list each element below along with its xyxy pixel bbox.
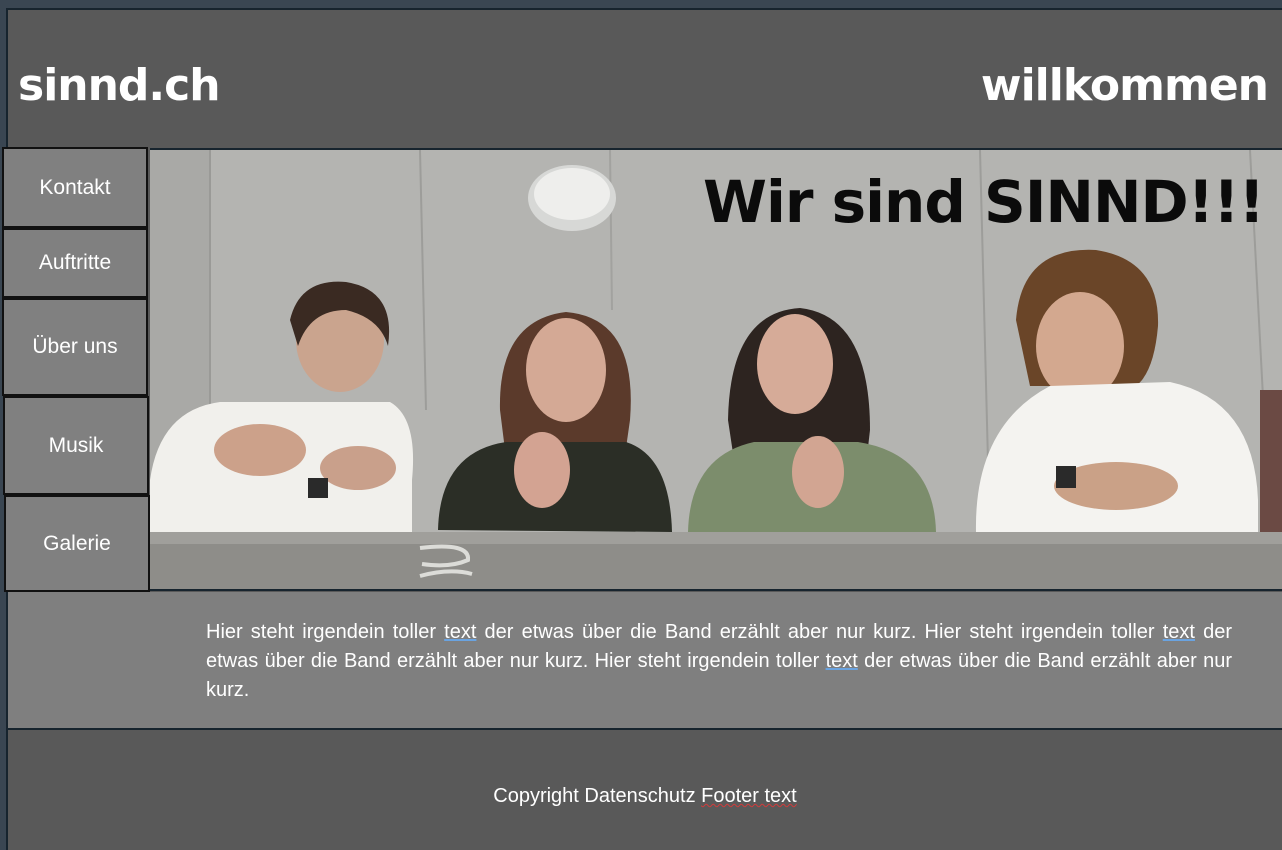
site-logo[interactable]: sinnd.ch	[18, 60, 221, 111]
sidebar-item-ueber-uns[interactable]: Über uns	[2, 298, 148, 396]
intro-section: Hier steht irgendein toller text der etw…	[8, 592, 1282, 730]
site-header: sinnd.ch willkommen	[8, 10, 1282, 147]
sidebar-item-kontakt[interactable]: Kontakt	[2, 147, 148, 228]
intro-text: Hier steht irgendein toller text der etw…	[206, 621, 1233, 701]
sidebar-item-galerie[interactable]: Galerie	[4, 495, 150, 592]
sidebar-item-musik[interactable]: Musik	[3, 396, 149, 495]
footer-text: Copyright Datenschutz Footer text	[8, 785, 1282, 808]
sidebar-item-label: Kontakt	[39, 175, 111, 199]
text-link[interactable]: text	[444, 621, 476, 643]
sidebar-item-auftritte[interactable]: Auftritte	[2, 228, 148, 298]
footer-placeholder: Footer text	[701, 785, 797, 807]
sidebar-item-label: Galerie	[43, 531, 111, 555]
sidebar-item-label: Auftritte	[38, 251, 112, 274]
text-link[interactable]: text	[1163, 621, 1195, 643]
hero-title: Wir sind SINND!!!	[703, 168, 1265, 236]
sidebar-item-label: Musik	[48, 433, 104, 457]
text-link[interactable]: text	[826, 650, 858, 672]
footer-copyright[interactable]: Copyright Datenschutz	[493, 785, 701, 807]
welcome-heading: willkommen	[980, 60, 1269, 111]
hero-banner: Wir sind SINND!!!	[150, 148, 1282, 591]
site-footer: Copyright Datenschutz Footer text	[8, 731, 1282, 850]
sidebar-item-label: Über uns	[32, 335, 118, 358]
